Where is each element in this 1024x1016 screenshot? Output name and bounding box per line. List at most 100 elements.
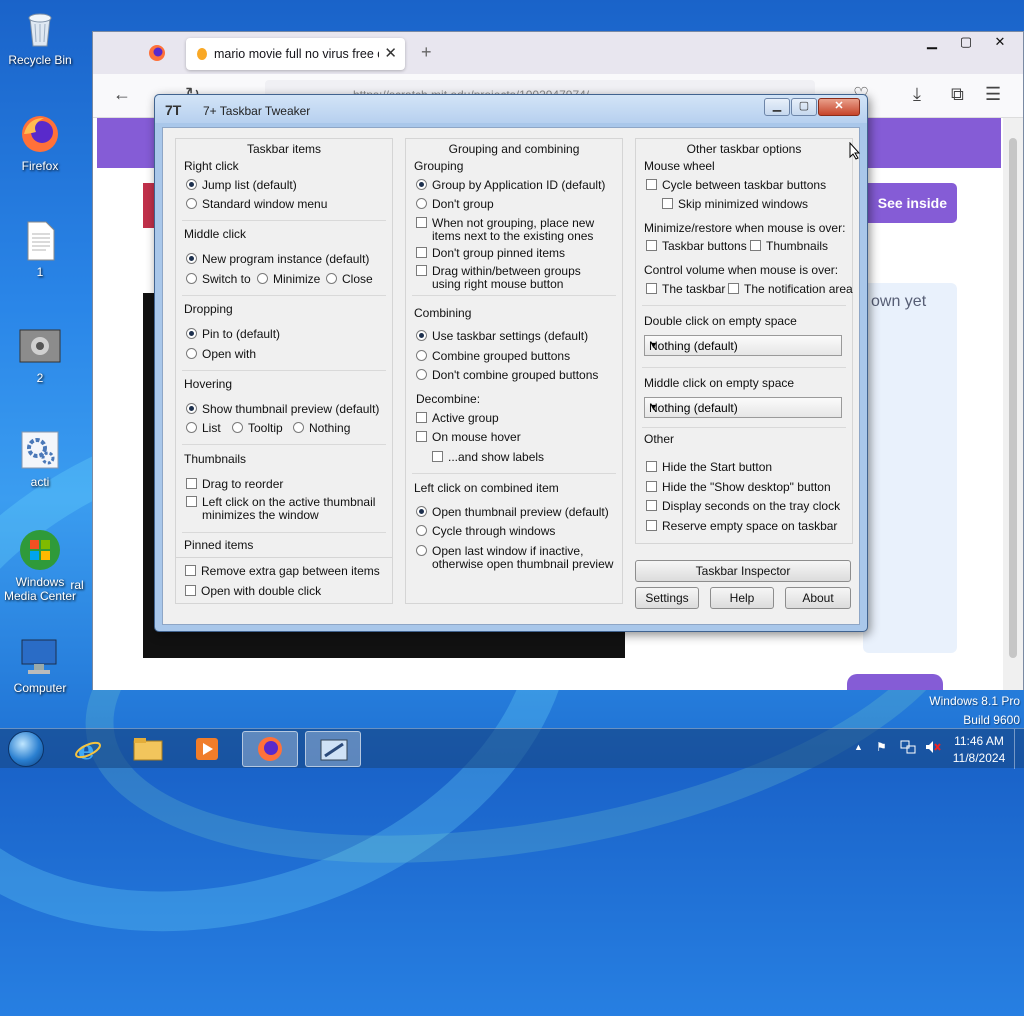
action-center-flag-icon[interactable]: ⚑ (876, 740, 887, 780)
radio-nothing[interactable]: Nothing (293, 422, 350, 435)
taskbar-firefox[interactable] (242, 731, 298, 767)
taskbar-explorer[interactable] (120, 731, 176, 767)
checkbox-the-taskbar[interactable]: The taskbar (646, 283, 725, 296)
taskbar-ie[interactable]: e (60, 731, 116, 767)
computer-icon (18, 634, 62, 678)
taskbar-inspector-button[interactable]: Taskbar Inspector (635, 560, 851, 582)
radio-open-thumbnail-preview[interactable]: Open thumbnail preview (default) (416, 506, 609, 519)
desktop-icon-acti[interactable]: acti (0, 428, 80, 489)
radio-dot (416, 330, 427, 341)
volume-muted-icon[interactable] (924, 739, 942, 779)
radio-open-last-window[interactable]: Open last window if inactive, otherwise o… (416, 545, 613, 571)
network-icon[interactable] (900, 739, 916, 779)
radio-jump-list[interactable]: Jump list (default) (186, 179, 297, 192)
checkbox-display-seconds[interactable]: Display seconds on the tray clock (646, 500, 840, 513)
checkbox-box (646, 461, 657, 472)
radio-list[interactable]: List (186, 422, 221, 435)
minimize-icon[interactable]: ▁ (915, 32, 949, 52)
section-label: Right click (184, 159, 239, 173)
start-button-icon[interactable] (8, 731, 44, 767)
checkbox-show-labels[interactable]: ...and show labels (432, 451, 544, 464)
radio-dot (186, 403, 197, 414)
checkbox-dont-group-pinned[interactable]: Don't group pinned items (416, 247, 565, 260)
checkbox-active-group[interactable]: Active group (416, 412, 499, 425)
back-icon[interactable]: ← (113, 84, 131, 105)
copy-link-button[interactable] (847, 674, 943, 690)
radio-switch-to[interactable]: Switch to (186, 273, 251, 286)
checkbox-on-mouse-hover[interactable]: On mouse hover (416, 431, 521, 444)
checkbox-thumbnails[interactable]: Thumbnails (750, 240, 828, 253)
checkbox-notification-area[interactable]: The notification area (728, 283, 853, 296)
checkbox-left-click-minimizes[interactable]: Left click on the active thumbnail minimi… (186, 496, 375, 522)
radio-dont-combine-grouped[interactable]: Don't combine grouped buttons (416, 369, 598, 382)
download-icon[interactable]: ⤓ (913, 84, 921, 105)
section-label: Middle click (184, 227, 247, 241)
maximize-icon[interactable]: ▢ (949, 32, 983, 52)
radio-dot (186, 253, 197, 264)
desktop-icon-computer[interactable]: Computer (0, 634, 80, 695)
taskbar-media-player[interactable] (180, 731, 236, 767)
checkbox-hide-show-desktop[interactable]: Hide the "Show desktop" button (646, 481, 831, 494)
dialog-minimize-button[interactable]: ▁ (764, 98, 790, 116)
page-scrollbar[interactable] (1003, 118, 1023, 690)
radio-use-taskbar-settings[interactable]: Use taskbar settings (default) (416, 330, 588, 343)
scrollbar-thumb[interactable] (1009, 138, 1017, 658)
browser-tab[interactable]: mario movie full no virus free d ✕ (186, 38, 405, 70)
taskbar-taskbar-tweaker[interactable] (305, 731, 361, 767)
dialog-close-button[interactable]: ✕ (818, 98, 860, 116)
group-header: Grouping and combining (448, 142, 580, 156)
dialog-titlebar[interactable]: 7T 7+ Taskbar Tweaker ▁ ▢ ✕ (155, 95, 867, 123)
help-button[interactable]: Help (710, 587, 774, 609)
see-inside-button[interactable]: See inside (863, 183, 957, 223)
tray-clock-date[interactable]: 11/8/2024 (950, 751, 1008, 791)
checkbox-reserve-empty-space[interactable]: Reserve empty space on taskbar (646, 520, 837, 533)
desktop-icon-recycle-bin[interactable]: Recycle Bin (0, 6, 80, 67)
checkbox-cycle-taskbar-buttons[interactable]: Cycle between taskbar buttons (646, 179, 826, 192)
radio-open-with[interactable]: Open with (186, 348, 256, 361)
radio-cycle-through-windows[interactable]: Cycle through windows (416, 525, 555, 538)
divider (182, 444, 386, 445)
section-label: Grouping (414, 159, 464, 173)
about-button[interactable]: About (785, 587, 851, 609)
radio-dot (416, 369, 427, 380)
checkbox-place-new-items[interactable]: When not grouping, place new items next t… (416, 217, 594, 243)
checkbox-skip-minimized[interactable]: Skip minimized windows (662, 198, 808, 211)
checkbox-drag-to-reorder[interactable]: Drag to reorder (186, 478, 283, 491)
menu-icon[interactable]: ☰ (985, 84, 1001, 105)
section-label: Minimize/restore when mouse is over: (644, 221, 846, 235)
radio-minimize[interactable]: Minimize (257, 273, 320, 286)
desktop-icon-firefox[interactable]: Firefox (0, 112, 80, 173)
settings-button[interactable]: Settings (635, 587, 699, 609)
radio-combine-grouped[interactable]: Combine grouped buttons (416, 350, 570, 363)
radio-new-program-instance[interactable]: New program instance (default) (186, 253, 369, 266)
show-hidden-icons-icon[interactable]: ▲ (854, 742, 863, 782)
dialog-maximize-button[interactable]: ▢ (791, 98, 817, 116)
radio-group-by-app-id[interactable]: Group by Application ID (default) (416, 179, 605, 192)
checkbox-taskbar-buttons[interactable]: Taskbar buttons (646, 240, 747, 253)
firefox-view-icon[interactable] (148, 44, 166, 65)
checkbox-hide-start-button[interactable]: Hide the Start button (646, 461, 772, 474)
double-click-dropdown[interactable]: Nothing (default) ▼ (644, 335, 842, 356)
close-icon[interactable]: ✕ (983, 32, 1017, 52)
section-label: Other (644, 432, 675, 446)
extensions-icon[interactable]: ⧉ (951, 84, 964, 105)
radio-tooltip[interactable]: Tooltip (232, 422, 283, 435)
checkbox-drag-right-mouse[interactable]: Drag within/between groups using right mo… (416, 265, 581, 291)
desktop-icon-label: Firefox (21, 159, 59, 173)
mouse-cursor-icon (849, 141, 861, 163)
settings-file-icon (18, 428, 62, 472)
firefox-icon (18, 112, 62, 156)
radio-dont-group[interactable]: Don't group (416, 198, 494, 211)
radio-show-thumbnail-preview[interactable]: Show thumbnail preview (default) (186, 403, 379, 416)
radio-pin-to[interactable]: Pin to (default) (186, 328, 280, 341)
radio-standard-window-menu[interactable]: Standard window menu (186, 198, 327, 211)
middle-click-dropdown[interactable]: Nothing (default) ▼ (644, 397, 842, 418)
show-desktop-button[interactable] (1014, 729, 1024, 769)
desktop-icon-2[interactable]: 2 (0, 324, 80, 385)
close-tab-icon[interactable]: ✕ (384, 44, 397, 62)
new-tab-icon[interactable]: + (421, 42, 432, 63)
desktop-icon-1[interactable]: 1 (0, 218, 80, 279)
desktop-icon-partial-label: ral (70, 578, 84, 592)
radio-close[interactable]: Close (326, 273, 373, 286)
media-center-icon (18, 528, 62, 572)
